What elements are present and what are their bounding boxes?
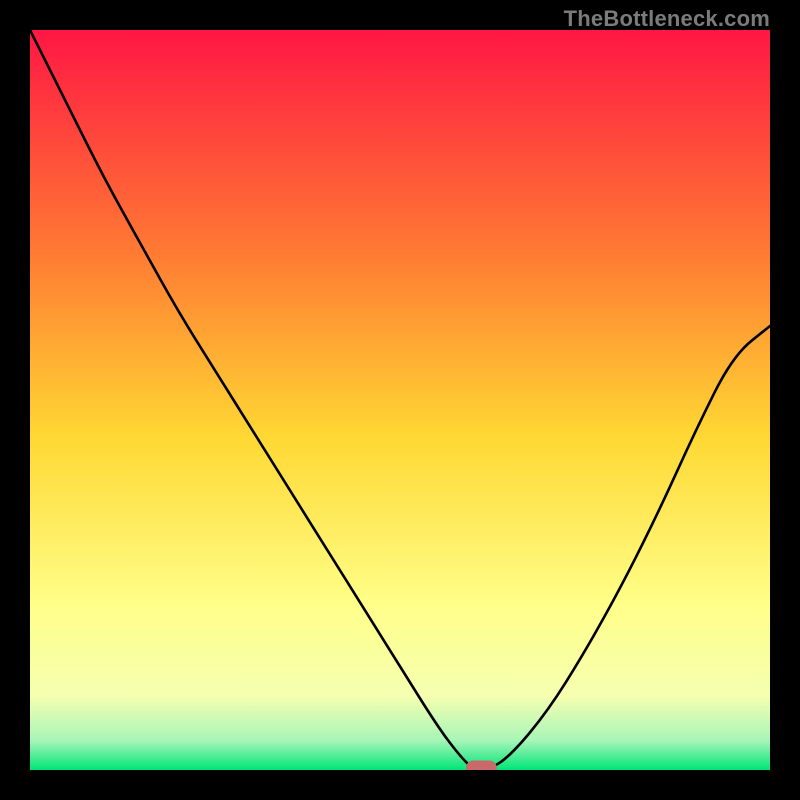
- bottleneck-chart: [30, 30, 770, 770]
- chart-frame: TheBottleneck.com: [0, 0, 800, 800]
- attribution-label: TheBottleneck.com: [564, 6, 770, 32]
- plot-area: [30, 30, 770, 770]
- optimum-marker: [466, 761, 496, 770]
- gradient-background: [30, 30, 770, 770]
